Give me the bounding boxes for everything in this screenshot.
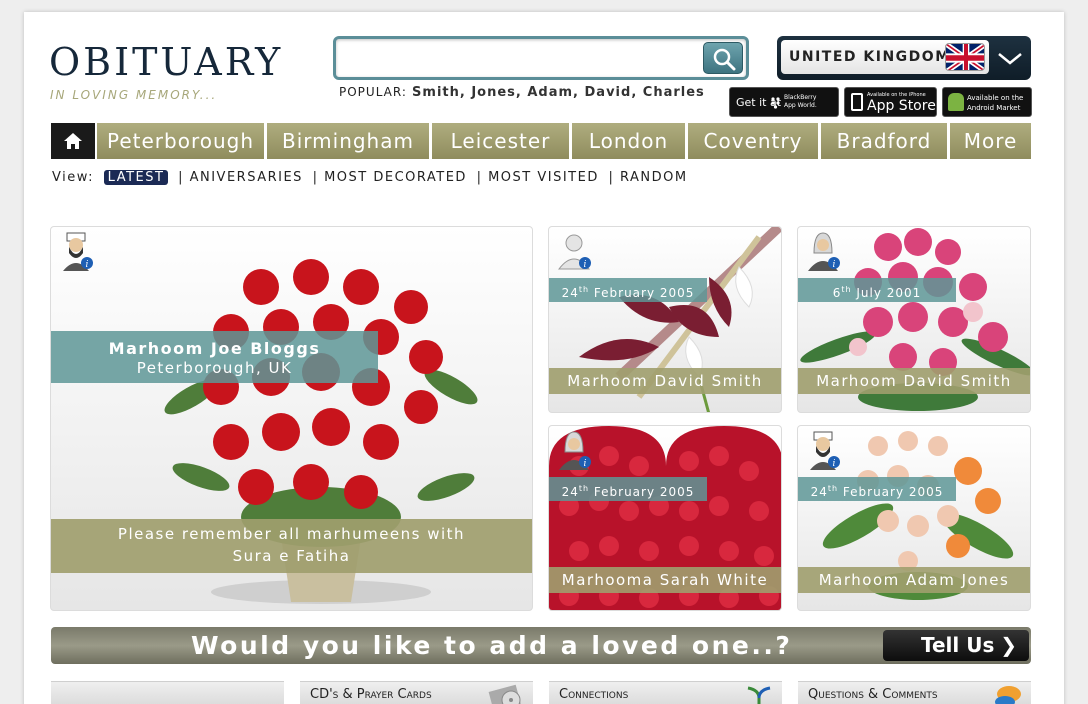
date-rest: July 2001: [856, 286, 922, 300]
view-tab-aniversaries[interactable]: | ANIVERSARIES: [178, 170, 303, 185]
cd-icon: [488, 684, 522, 704]
memorial-name[interactable]: Marhoom David Smith: [549, 368, 781, 394]
date-rest: February 2005: [593, 286, 695, 300]
banner-text: Would you like to add a loved one..?: [191, 631, 793, 660]
date-suffix: th: [827, 484, 839, 493]
featured-location: Peterborough, UK: [136, 359, 293, 377]
bottom-box-label: Questions & Comments: [808, 687, 938, 702]
date-day: 24: [561, 485, 579, 499]
memorial-name[interactable]: Marhooma Sarah White: [549, 567, 781, 593]
tell-us-button[interactable]: Tell Us ❯: [883, 630, 1029, 661]
user-avatar-icon[interactable]: i: [59, 231, 95, 271]
svg-text:i: i: [833, 260, 836, 270]
view-tab-random[interactable]: | RANDOM: [608, 170, 687, 185]
memorial-date: 24th February 2005: [549, 278, 707, 302]
bottom-box-label: CD's & Prayer Cards: [310, 687, 432, 702]
nav-home-button[interactable]: [51, 123, 95, 159]
chevron-right-icon: ❯: [1000, 633, 1017, 657]
connections-icon: [747, 686, 771, 704]
featured-info-panel: Marhoom Joe Bloggs Peterborough, UK: [51, 331, 378, 383]
memorial-name[interactable]: Marhoom Adam Jones: [798, 567, 1030, 593]
featured-message: Please remember all marhumeens with Sura…: [51, 519, 532, 573]
speech-bubble-icon: [995, 686, 1021, 704]
featured-message-line2: Sura e Fatiha: [232, 547, 351, 565]
date-suffix: th: [841, 285, 852, 294]
user-avatar-icon[interactable]: i: [557, 430, 593, 470]
date-rest: February 2005: [842, 485, 944, 499]
tell-us-label: Tell Us: [921, 633, 995, 657]
country-display: UNITED KINGDOM: [781, 40, 989, 74]
svg-text:i: i: [833, 459, 836, 469]
home-icon: [64, 133, 82, 149]
date-suffix: th: [578, 285, 590, 294]
memorial-card[interactable]: i 6th July 2001 Marhoom David Smith: [797, 226, 1031, 413]
search-icon: [713, 48, 736, 71]
site-logo[interactable]: OBITUARY: [49, 40, 283, 84]
android-market-button[interactable]: Available on the Android Market: [942, 87, 1032, 117]
search-box: [333, 36, 749, 80]
date-suffix: th: [578, 484, 590, 493]
site-tagline: IN LOVING MEMORY...: [50, 88, 218, 102]
memorial-name[interactable]: Marhoom David Smith: [798, 368, 1030, 394]
nav-item-leicester[interactable]: Leicester: [432, 123, 569, 159]
bottom-box-cds-prayer-cards[interactable]: CD's & Prayer Cards: [300, 681, 533, 704]
featured-memorial-card[interactable]: i Marhoom Joe Bloggs Peterborough, UK Pl…: [50, 226, 533, 611]
memorial-card[interactable]: i 24th February 2005 Marhoom Adam Jones: [797, 425, 1031, 611]
view-filter: View: LATEST | ANIVERSARIES | MOST DECOR…: [52, 170, 692, 185]
popular-label: POPULAR:: [339, 85, 407, 99]
nav-item-peterborough[interactable]: Peterborough: [97, 123, 264, 159]
view-tab-latest[interactable]: LATEST: [103, 170, 169, 185]
user-avatar-icon[interactable]: i: [806, 231, 842, 271]
android-line2: Android Market: [967, 104, 1021, 112]
nav-item-bradford[interactable]: Bradford: [821, 123, 947, 159]
country-label: UNITED KINGDOM: [789, 49, 951, 65]
view-tab-most-decorated[interactable]: | MOST DECORATED: [313, 170, 467, 185]
android-text: Available on the Android Market: [967, 93, 1023, 113]
nav-item-more[interactable]: More: [950, 123, 1031, 159]
bottom-box-connections[interactable]: Connections: [549, 681, 782, 704]
nav-item-birmingham[interactable]: Birmingham: [267, 123, 429, 159]
memorial-card[interactable]: i 24th February 2005 Marhooma Sarah Whit…: [548, 425, 782, 611]
chevron-down-icon: [998, 53, 1022, 65]
memorial-date: 24th February 2005: [798, 477, 956, 501]
featured-message-line1: Please remember all marhumeens with: [117, 525, 466, 543]
svg-text:i: i: [86, 260, 89, 270]
date-rest: February 2005: [593, 485, 695, 499]
android-icon: [948, 93, 964, 111]
date-day: 24: [561, 286, 579, 300]
iphone-icon: [851, 93, 863, 111]
app-store-button[interactable]: Available on the iPhone App Store: [844, 87, 937, 117]
search-input[interactable]: [342, 43, 702, 73]
app-store-big-text: App Store: [867, 98, 936, 114]
country-selector[interactable]: UNITED KINGDOM: [777, 36, 1031, 80]
popular-searches: POPULAR: Smith, Jones, Adam, David, Char…: [339, 85, 705, 100]
uk-flag-icon: [945, 43, 985, 71]
blackberry-appworld-button[interactable]: Get it at BlackBerry App World.: [729, 87, 839, 117]
blackberry-line2: BlackBerry App World.: [784, 94, 817, 110]
bottom-box-blank: [51, 681, 284, 704]
android-line1: Available on the: [967, 94, 1024, 102]
blackberry-icon: [771, 97, 780, 109]
blackberry-name: BlackBerry: [784, 94, 817, 101]
memorial-date: 24th February 2005: [549, 477, 707, 501]
user-avatar-icon[interactable]: i: [557, 231, 593, 271]
nav-item-london[interactable]: London: [572, 123, 685, 159]
popular-names[interactable]: Smith, Jones, Adam, David, Charles: [412, 85, 705, 100]
memorial-card[interactable]: i 24th February 2005 Marhoom David Smith: [548, 226, 782, 413]
featured-name[interactable]: Marhoom Joe Bloggs: [51, 339, 378, 358]
svg-text:i: i: [584, 260, 587, 270]
view-tab-most-visited[interactable]: | MOST VISITED: [477, 170, 599, 185]
search-button[interactable]: [703, 42, 743, 74]
view-label: View:: [52, 170, 95, 185]
bottom-box-questions-comments[interactable]: Questions & Comments: [798, 681, 1031, 704]
add-loved-one-banner: Would you like to add a loved one..? Tel…: [51, 627, 1031, 664]
user-avatar-icon[interactable]: i: [806, 430, 842, 470]
blackberry-appworld: App World.: [784, 102, 817, 109]
bottom-box-label: Connections: [559, 687, 629, 702]
nav-item-coventry[interactable]: Coventry: [688, 123, 818, 159]
memorial-date: 6th July 2001: [798, 278, 956, 302]
date-day: 24: [810, 485, 828, 499]
svg-text:i: i: [584, 459, 587, 469]
